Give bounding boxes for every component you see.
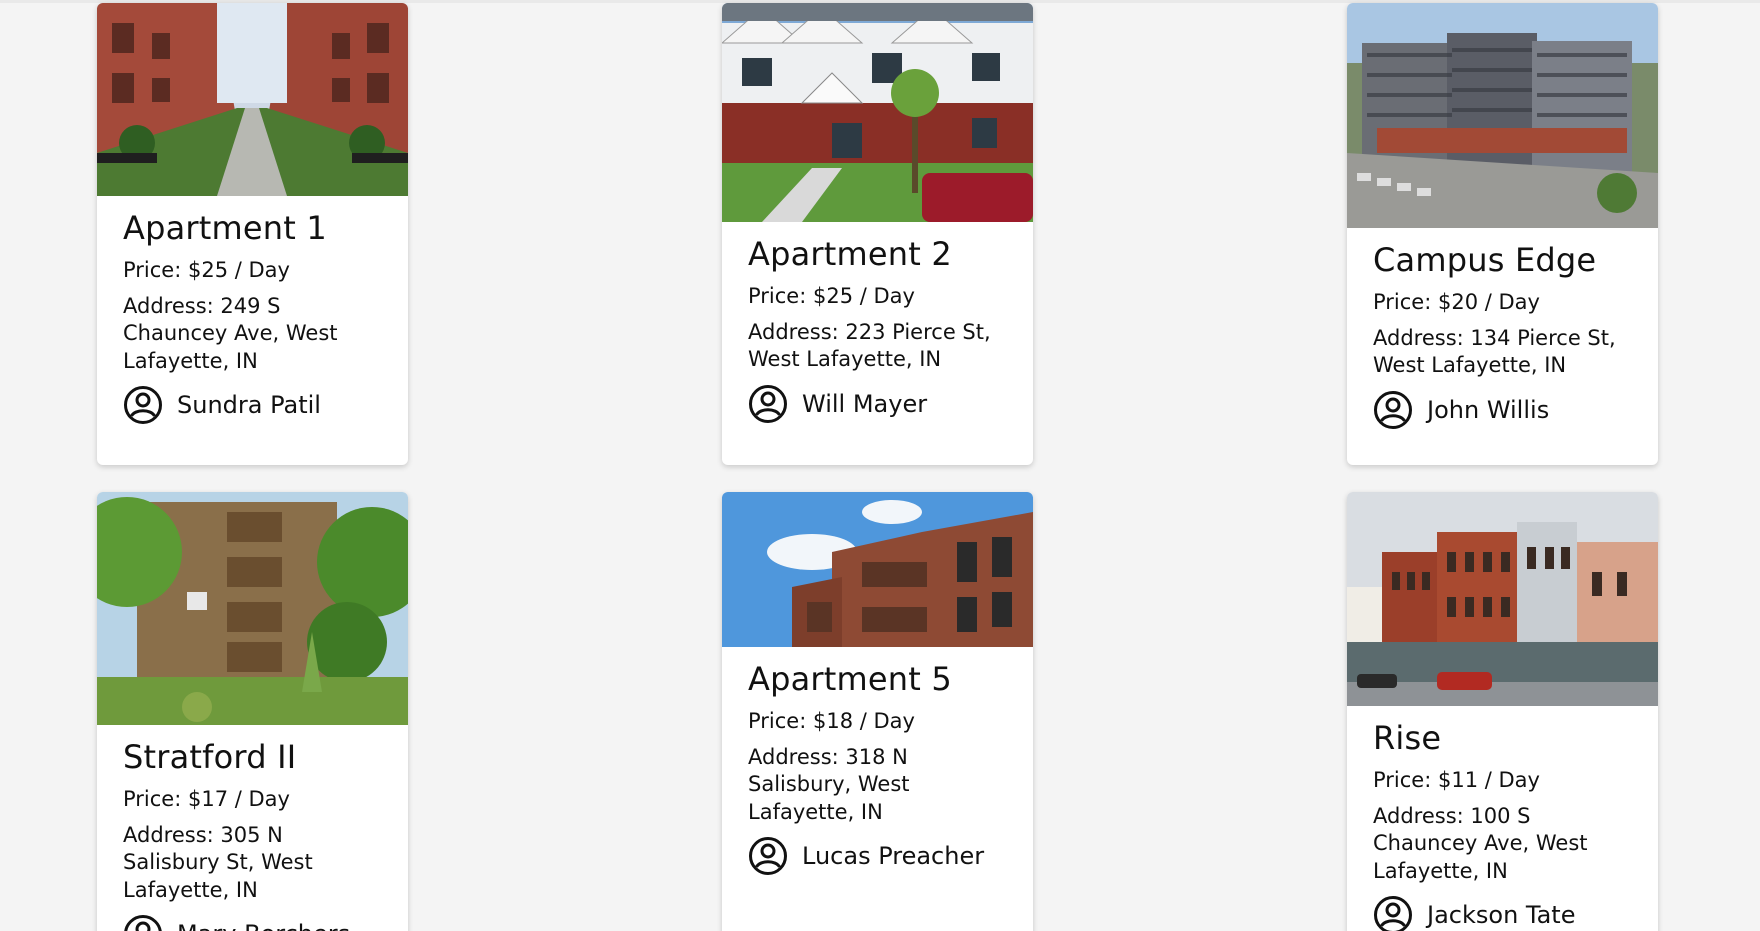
listing-price: Price: $18 / Day: [748, 708, 915, 733]
courtyard-photo-icon: [97, 3, 408, 196]
owner-name: John Willis: [1427, 395, 1550, 424]
listing-price: Price: $11 / Day: [1373, 767, 1540, 792]
listing-title: Campus Edge: [1373, 241, 1597, 279]
listing-card-campus-edge[interactable]: Campus Edge Price: $20 / Day Address: 13…: [1347, 3, 1658, 465]
listing-price: Price: $25 / Day: [123, 257, 290, 282]
user-avatar-icon: [124, 385, 162, 424]
listing-title: Apartment 5: [748, 660, 952, 698]
owner-name: Mary Borchers: [177, 920, 350, 931]
brick-sky-photo-icon: [722, 492, 1033, 647]
listing-card-stratford-ii[interactable]: Stratford II Price: $17 / Day Address: 3…: [97, 492, 408, 931]
listing-card-rise[interactable]: Rise Price: $11 / Day Address: 100 S Cha…: [1347, 492, 1658, 931]
listing-address: Address: 305 N Salisbury St, West Lafaye…: [123, 823, 313, 902]
highrise-photo-icon: [1347, 3, 1658, 228]
listing-photo: [722, 492, 1033, 647]
listing-title: Apartment 2: [748, 235, 952, 273]
listing-owner: Mary Borchers: [123, 914, 382, 931]
listing-photo: [97, 492, 408, 725]
listing-address: Address: 318 N Salisbury, West Lafayette…: [748, 745, 910, 824]
listing-photo: [97, 3, 408, 196]
listing-price: Price: $17 / Day: [123, 786, 290, 811]
user-avatar-icon: [749, 384, 787, 423]
listing-address: Address: 223 Pierce St, West Lafayette, …: [748, 320, 991, 372]
listing-card-apartment-1[interactable]: Apartment 1 Price: $25 / Day Address: 24…: [97, 3, 408, 465]
listing-owner: Will Mayer: [748, 384, 1007, 424]
listing-photo: [1347, 3, 1658, 228]
listing-card-apartment-2[interactable]: Apartment 2 Price: $25 / Day Address: 22…: [722, 3, 1033, 465]
listing-title: Apartment 1: [123, 209, 327, 247]
listing-owner: Lucas Preacher: [748, 836, 1007, 876]
listing-owner: Jackson Tate: [1373, 895, 1632, 931]
listing-card-apartment-5[interactable]: Apartment 5 Price: $18 / Day Address: 31…: [722, 492, 1033, 931]
user-avatar-icon: [124, 914, 162, 931]
listing-price: Price: $25 / Day: [748, 283, 915, 308]
listing-address: Address: 134 Pierce St, West Lafayette, …: [1373, 326, 1616, 378]
townhouse-photo-icon: [722, 3, 1033, 222]
owner-name: Jackson Tate: [1427, 900, 1576, 929]
listing-owner: Sundra Patil: [123, 385, 382, 425]
listing-price: Price: $20 / Day: [1373, 289, 1540, 314]
owner-name: Will Mayer: [802, 389, 928, 418]
storefront-photo-icon: [1347, 492, 1658, 706]
listing-address: Address: 100 S Chauncey Ave, West Lafaye…: [1373, 804, 1588, 883]
listing-photo: [722, 3, 1033, 222]
brick-balcony-photo-icon: [97, 492, 408, 725]
owner-name: Lucas Preacher: [802, 841, 985, 870]
user-avatar-icon: [1374, 390, 1412, 429]
owner-name: Sundra Patil: [177, 390, 321, 419]
listing-photo: [1347, 492, 1658, 706]
listing-owner: John Willis: [1373, 390, 1632, 430]
listing-title: Stratford II: [123, 738, 297, 776]
user-avatar-icon: [749, 836, 787, 875]
listing-address: Address: 249 S Chauncey Ave, West Lafaye…: [123, 294, 338, 373]
listing-title: Rise: [1373, 719, 1442, 757]
listings-page: Apartment 1 Price: $25 / Day Address: 24…: [0, 0, 1760, 931]
user-avatar-icon: [1374, 895, 1412, 931]
